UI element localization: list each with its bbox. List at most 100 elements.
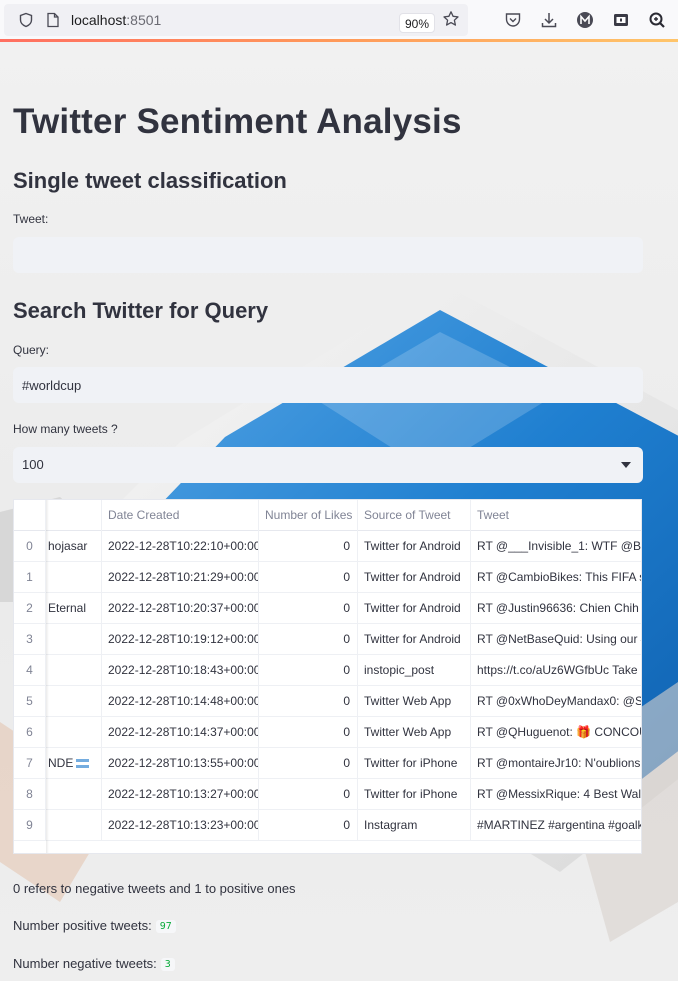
page-icon[interactable] <box>46 12 60 28</box>
cell-date-created[interactable]: 2022-12-28T10:20:37+00:00 <box>102 593 259 624</box>
cell-tweet[interactable]: #MARTINEZ #argentina #goalkee <box>471 810 641 841</box>
cell-likes[interactable]: 0 <box>259 779 358 810</box>
cell-index[interactable]: 2 <box>14 593 46 624</box>
cell-likes[interactable]: 0 <box>259 655 358 686</box>
cell-index[interactable]: 9 <box>14 810 46 841</box>
cell-date-created[interactable]: 2022-12-28T10:13:27+00:00 <box>102 779 259 810</box>
search-extension-icon[interactable] <box>648 11 666 29</box>
tweet-count-value: 100 <box>22 457 44 472</box>
cell-tweet[interactable]: RT @NetBaseQuid: Using our #S <box>471 624 641 655</box>
table-row[interactable]: 3 2022-12-28T10:19:12+00:00 0 Twitter for A… <box>14 624 641 655</box>
cell-likes[interactable]: 0 <box>259 686 358 717</box>
table-row[interactable]: 9 2022-12-28T10:13:23+00:00 0 Instagram #MAR… <box>14 810 641 841</box>
cell-source[interactable]: Twitter Web App <box>358 717 471 748</box>
cell-tweet[interactable]: https://t.co/aUz6WGfbUc Take a <box>471 655 641 686</box>
positive-count-label: Number positive tweets: <box>13 918 152 933</box>
cell-index[interactable]: 7 <box>14 748 46 779</box>
cell-tweet[interactable]: RT @Justin96636: Chien Chih Ka <box>471 593 641 624</box>
url-text[interactable]: localhost:8501 <box>71 12 161 28</box>
download-icon[interactable] <box>540 11 558 29</box>
cell-likes[interactable]: 0 <box>259 562 358 593</box>
cell-source[interactable]: Twitter for iPhone <box>358 779 471 810</box>
address-bar[interactable]: localhost:8501 90% <box>4 4 468 36</box>
cell-source[interactable]: Twitter for Android <box>358 624 471 655</box>
cell-index[interactable]: 4 <box>14 655 46 686</box>
cell-date-created[interactable]: 2022-12-28T10:18:43+00:00 <box>102 655 259 686</box>
cell-tweet[interactable]: RT @0xWhoDeyMandax0: @Stev <box>471 686 641 717</box>
cell-date-created[interactable]: 2022-12-28T10:19:12+00:00 <box>102 624 259 655</box>
cell-tweet[interactable]: RT @___Invisible_1: WTF @BCC <box>471 531 641 562</box>
cell-tweet[interactable]: RT @montaireJr10: N'oublions p <box>471 748 641 779</box>
cell-index[interactable]: 3 <box>14 624 46 655</box>
cell-source[interactable]: Twitter for Android <box>358 531 471 562</box>
cell-user[interactable] <box>46 779 102 810</box>
table-row[interactable]: 2 Eternal 2022-12-28T10:20:37+00:00 0 Twitte… <box>14 593 641 624</box>
tweets-dataframe[interactable]: Date Created Number of Likes Source of T… <box>13 499 642 854</box>
cell-date-created[interactable]: 2022-12-28T10:22:10+00:00 <box>102 531 259 562</box>
cell-source[interactable]: Twitter for iPhone <box>358 748 471 779</box>
negative-count-line: Number negative tweets: 3 <box>13 956 175 972</box>
cell-user[interactable] <box>46 717 102 748</box>
cell-date-created[interactable]: 2022-12-28T10:14:37+00:00 <box>102 717 259 748</box>
cell-user[interactable] <box>46 655 102 686</box>
query-input[interactable] <box>13 367 643 403</box>
cell-likes[interactable]: 0 <box>259 717 358 748</box>
cell-date-created[interactable]: 2022-12-28T10:13:23+00:00 <box>102 810 259 841</box>
cell-likes[interactable]: 0 <box>259 624 358 655</box>
cell-user[interactable] <box>46 810 102 841</box>
table-row[interactable]: 5 2022-12-28T10:14:48+00:00 0 Twitter Web A… <box>14 686 641 717</box>
cell-user[interactable]: hojasar <box>46 531 102 562</box>
cell-source[interactable]: Twitter for Android <box>358 562 471 593</box>
tweet-input[interactable] <box>13 237 643 273</box>
tweet-count-select[interactable]: 100 <box>13 447 643 483</box>
cell-user[interactable] <box>46 686 102 717</box>
column-header-number-of-likes[interactable]: Number of Likes <box>259 500 358 531</box>
column-header-user[interactable] <box>46 500 102 531</box>
chevron-down-icon[interactable] <box>621 462 631 468</box>
extension-icon[interactable] <box>612 11 630 29</box>
tweet-input-field[interactable] <box>22 237 643 273</box>
cell-index[interactable]: 5 <box>14 686 46 717</box>
positive-count-line: Number positive tweets: 97 <box>13 918 176 934</box>
shield-icon[interactable] <box>18 12 34 28</box>
table-row[interactable]: 7 NDE 2022-12-28T10:13:55+00:00 0 Twitter fo… <box>14 748 641 779</box>
cell-date-created[interactable]: 2022-12-28T10:21:29+00:00 <box>102 562 259 593</box>
column-header-date-created[interactable]: Date Created <box>102 500 259 531</box>
table-row[interactable]: 6 2022-12-28T10:14:37+00:00 0 Twitter Web A… <box>14 717 641 748</box>
cell-index[interactable]: 0 <box>14 531 46 562</box>
cell-source[interactable]: Instagram <box>358 810 471 841</box>
cell-index[interactable]: 6 <box>14 717 46 748</box>
cell-tweet[interactable]: RT @QHuguenot: 🎁 CONCOUR <box>471 717 641 748</box>
zoom-indicator[interactable]: 90% <box>399 13 436 33</box>
cell-user[interactable]: NDE <box>46 748 102 779</box>
pocket-icon[interactable] <box>504 11 522 29</box>
cell-likes[interactable]: 0 <box>259 593 358 624</box>
cell-index[interactable]: 1 <box>14 562 46 593</box>
cell-date-created[interactable]: 2022-12-28T10:13:55+00:00 <box>102 748 259 779</box>
cell-likes[interactable]: 0 <box>259 810 358 841</box>
cell-source[interactable]: Twitter Web App <box>358 686 471 717</box>
table-row[interactable]: 8 2022-12-28T10:13:27+00:00 0 Twitter for i… <box>14 779 641 810</box>
column-header-index[interactable] <box>14 500 46 531</box>
table-row-partial <box>14 841 641 853</box>
table-row[interactable]: 0 hojasar 2022-12-28T10:22:10+00:00 0 Twitte… <box>14 531 641 562</box>
table-row[interactable]: 1 2022-12-28T10:21:29+00:00 0 Twitter for A… <box>14 562 641 593</box>
legend-note: 0 refers to negative tweets and 1 to pos… <box>13 881 296 896</box>
cell-user[interactable]: Eternal <box>46 593 102 624</box>
cell-likes[interactable]: 0 <box>259 531 358 562</box>
table-row[interactable]: 4 2022-12-28T10:18:43+00:00 0 instopic_post… <box>14 655 641 686</box>
cell-tweet[interactable]: RT @CambioBikes: This FIFA sea <box>471 562 641 593</box>
cell-user[interactable] <box>46 624 102 655</box>
account-icon[interactable] <box>576 11 594 29</box>
cell-source[interactable]: Twitter for Android <box>358 593 471 624</box>
cell-user[interactable] <box>46 562 102 593</box>
cell-likes[interactable]: 0 <box>259 748 358 779</box>
cell-date-created[interactable]: 2022-12-28T10:14:48+00:00 <box>102 686 259 717</box>
cell-tweet[interactable]: RT @MessixRique: 4 Best Wallpa <box>471 779 641 810</box>
query-input-field[interactable] <box>22 367 643 403</box>
cell-source[interactable]: instopic_post <box>358 655 471 686</box>
column-header-source[interactable]: Source of Tweet <box>358 500 471 531</box>
bookmark-star-icon[interactable] <box>442 10 460 28</box>
cell-index[interactable]: 8 <box>14 779 46 810</box>
column-header-tweet[interactable]: Tweet <box>471 500 641 531</box>
